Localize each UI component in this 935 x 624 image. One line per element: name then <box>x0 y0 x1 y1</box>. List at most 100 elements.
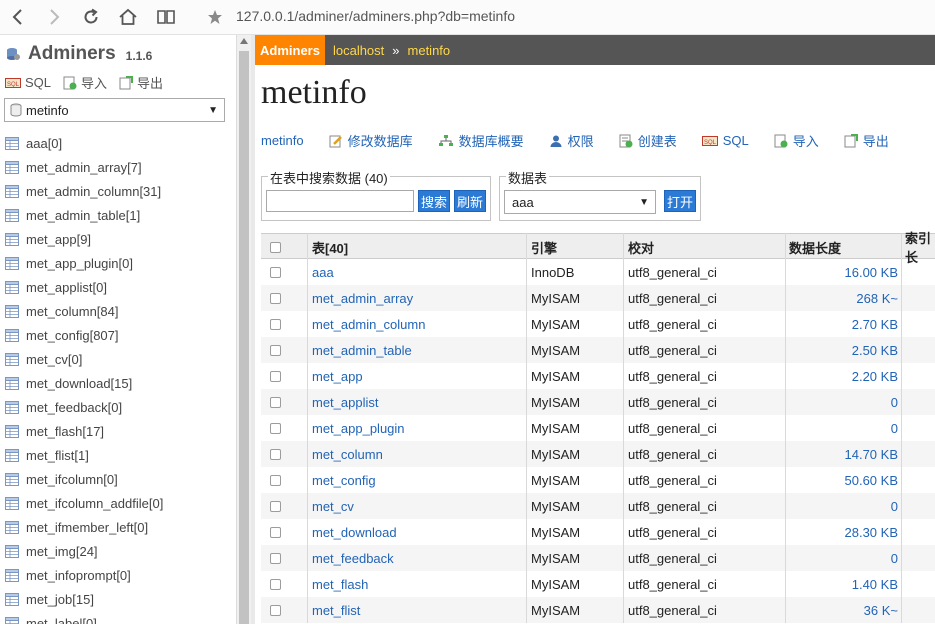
privileges-link[interactable]: 权限 <box>549 131 594 150</box>
table-data-length[interactable]: 0 <box>787 493 898 519</box>
breadcrumb-server[interactable]: localhost <box>333 43 384 58</box>
sidebar-table-item[interactable]: met_app_plugin[0] <box>5 251 163 275</box>
table-name-link[interactable]: met_admin_array <box>312 285 413 311</box>
header-length[interactable]: 数据长度 <box>789 234 841 260</box>
table-data-length[interactable]: 0 <box>787 545 898 571</box>
search-input[interactable] <box>266 190 414 212</box>
row-checkbox[interactable] <box>270 493 281 519</box>
address-bar[interactable]: 127.0.0.1/adminer/adminers.php?db=metinf… <box>236 8 515 24</box>
logo[interactable]: Adminers 1.1.6 <box>6 43 152 65</box>
sidebar-export-link[interactable]: 导出 <box>119 73 163 92</box>
sidebar-table-item[interactable]: met_img[24] <box>5 539 163 563</box>
table-data-length[interactable]: 28.30 KB <box>787 519 899 545</box>
table-name-link[interactable]: met_flist <box>312 597 360 623</box>
database-schema-link[interactable]: 数据库概要 <box>438 131 524 150</box>
table-name-link[interactable]: met_app_plugin <box>312 415 405 441</box>
table-select[interactable]: aaa ▼ <box>504 190 656 214</box>
sidebar-table-item[interactable]: met_applist[0] <box>5 275 163 299</box>
table-name-link[interactable]: met_column <box>312 441 383 467</box>
sidebar-table-item[interactable]: met_app[9] <box>5 227 163 251</box>
table-data-length[interactable]: 1.40 KB <box>787 571 898 597</box>
header-collation[interactable]: 校对 <box>628 234 654 260</box>
refresh-button[interactable]: 刷新 <box>454 190 486 212</box>
export-link[interactable]: 导出 <box>844 131 889 150</box>
table-name-link[interactable]: met_cv <box>312 493 354 519</box>
table-data-length[interactable]: 268 K~ <box>787 285 898 311</box>
sidebar-table-item[interactable]: met_flist[1] <box>5 443 163 467</box>
table-data-length[interactable]: 2.20 KB <box>787 363 898 389</box>
sidebar-table-item[interactable]: met_download[15] <box>5 371 163 395</box>
table-name-link[interactable]: met_app <box>312 363 363 389</box>
sql-command-link[interactable]: SQL SQL <box>701 133 749 148</box>
table-data-length[interactable]: 14.70 KB <box>787 441 899 467</box>
row-checkbox[interactable] <box>270 389 281 415</box>
table-data-length[interactable]: 2.70 KB <box>787 311 898 337</box>
sidebar-table-item[interactable]: met_admin_array[7] <box>5 155 163 179</box>
scroll-up-icon[interactable] <box>240 38 248 44</box>
import-link[interactable]: 导入 <box>774 131 819 150</box>
scrollbar-thumb[interactable] <box>239 51 249 624</box>
row-checkbox[interactable] <box>270 441 281 467</box>
table-data-length[interactable]: 36 K~ <box>787 597 898 623</box>
header-index-length[interactable]: 索引长 <box>905 231 935 265</box>
table-name-link[interactable]: met_config <box>312 467 376 493</box>
sidebar-table-item[interactable]: met_admin_column[31] <box>5 179 163 203</box>
row-checkbox[interactable] <box>270 311 281 337</box>
row-checkbox[interactable] <box>270 285 281 311</box>
table-name-link[interactable]: met_admin_column <box>312 311 425 337</box>
table-name-link[interactable]: met_flash <box>312 571 368 597</box>
row-checkbox[interactable] <box>270 571 281 597</box>
search-button[interactable]: 搜索 <box>418 190 450 212</box>
table-data-length[interactable]: 16.00 KB <box>787 259 899 285</box>
db-link[interactable]: metinfo <box>261 133 304 148</box>
header-engine[interactable]: 引擎 <box>531 234 557 260</box>
table-name-link[interactable]: met_feedback <box>312 545 394 571</box>
row-checkbox[interactable] <box>270 519 281 545</box>
table-icon <box>5 160 19 174</box>
table-data-length[interactable]: 0 <box>787 415 898 441</box>
sidebar-table-item[interactable]: aaa[0] <box>5 131 163 155</box>
database-select[interactable]: metinfo ▼ <box>4 98 225 122</box>
row-checkbox[interactable] <box>270 545 281 571</box>
row-checkbox[interactable] <box>270 415 281 441</box>
back-button[interactable] <box>5 4 31 30</box>
table-name-link[interactable]: met_download <box>312 519 397 545</box>
reload-button[interactable] <box>78 4 104 30</box>
row-checkbox[interactable] <box>270 467 281 493</box>
row-checkbox[interactable] <box>270 259 281 285</box>
sidebar-table-item[interactable]: met_label[0] <box>5 611 163 624</box>
header-name[interactable]: 表[40] <box>312 234 348 260</box>
row-checkbox[interactable] <box>270 337 281 363</box>
row-checkbox[interactable] <box>270 597 281 623</box>
home-button[interactable] <box>115 4 141 30</box>
row-checkbox[interactable] <box>270 363 281 389</box>
sidebar-import-link[interactable]: 导入 <box>63 73 107 92</box>
sidebar-table-item[interactable]: met_admin_table[1] <box>5 203 163 227</box>
sidebar-table-item[interactable]: met_flash[17] <box>5 419 163 443</box>
sidebar-table-item[interactable]: met_column[84] <box>5 299 163 323</box>
breadcrumb-home[interactable]: Adminers <box>255 35 325 65</box>
table-name-link[interactable]: aaa <box>312 259 334 285</box>
bookmark-button[interactable] <box>202 4 228 30</box>
sidebar-table-item[interactable]: met_ifcolumn_addfile[0] <box>5 491 163 515</box>
sidebar-scrollbar[interactable] <box>236 35 251 624</box>
sidebar-sql-link[interactable]: SQL SQL <box>5 75 51 90</box>
sidebar-table-item[interactable]: met_ifmember_left[0] <box>5 515 163 539</box>
table-data-length[interactable]: 2.50 KB <box>787 337 898 363</box>
table-data-length[interactable]: 0 <box>787 389 898 415</box>
create-table-link[interactable]: 创建表 <box>619 131 677 150</box>
forward-button[interactable] <box>41 4 67 30</box>
sidebar-table-item[interactable]: met_config[807] <box>5 323 163 347</box>
sidebar-table-item[interactable]: met_feedback[0] <box>5 395 163 419</box>
table-name-link[interactable]: met_applist <box>312 389 378 415</box>
sidebar-table-item[interactable]: met_job[15] <box>5 587 163 611</box>
sidebar-table-item[interactable]: met_ifcolumn[0] <box>5 467 163 491</box>
sidebar-table-item[interactable]: met_infoprompt[0] <box>5 563 163 587</box>
reading-view-button[interactable] <box>153 4 179 30</box>
select-all-checkbox[interactable] <box>270 234 281 260</box>
alter-database-link[interactable]: 修改数据库 <box>329 131 413 150</box>
sidebar-table-item[interactable]: met_cv[0] <box>5 347 163 371</box>
table-data-length[interactable]: 50.60 KB <box>787 467 899 493</box>
table-name-link[interactable]: met_admin_table <box>312 337 412 363</box>
open-button[interactable]: 打开 <box>664 190 696 212</box>
